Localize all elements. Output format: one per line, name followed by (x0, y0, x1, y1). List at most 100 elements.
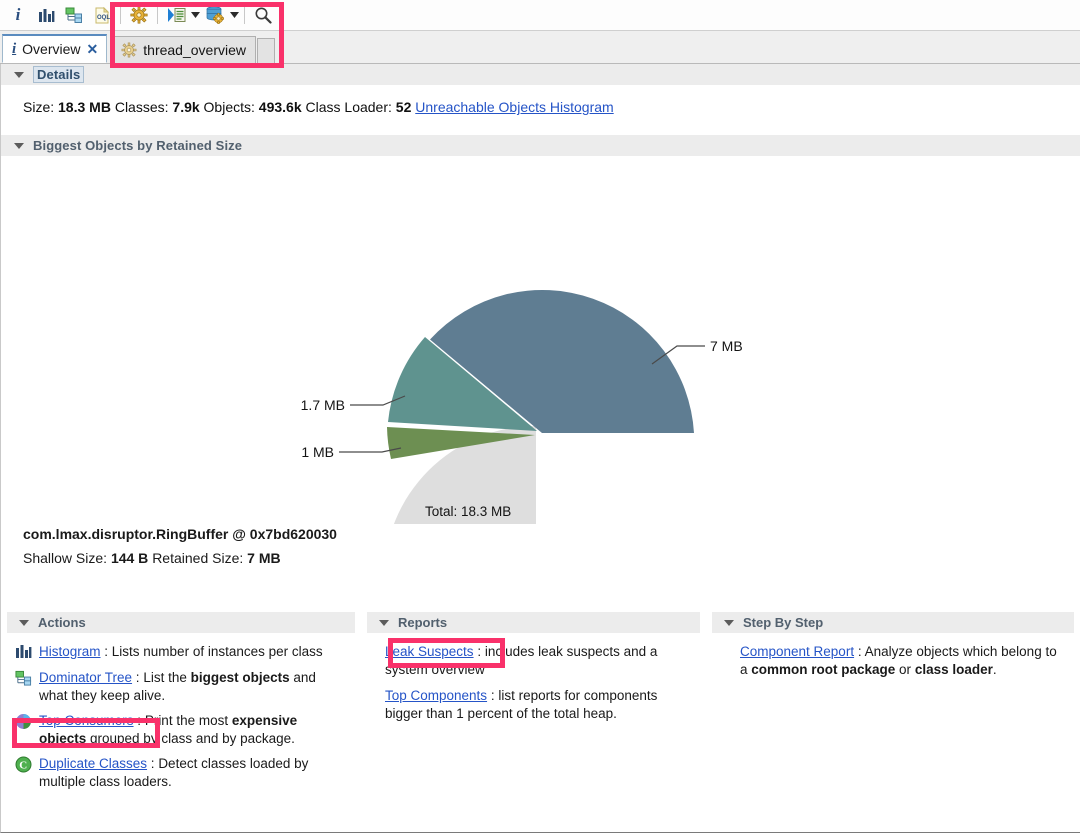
tab-thread-overview[interactable]: thread_overview (111, 36, 256, 63)
toolbar-separator (244, 6, 245, 24)
top-components-link[interactable]: Top Components (385, 688, 487, 703)
classes-value: 7.9k (172, 99, 199, 115)
dominator-tree-link[interactable]: Dominator Tree (39, 670, 132, 685)
item-description-cont: grouped by class and by package. (86, 731, 295, 746)
list-item[interactable]: Dominator Tree : List the biggest object… (15, 669, 347, 704)
retained-size-label: Retained Size: (152, 550, 243, 566)
svg-text:OQL: OQL (97, 15, 110, 21)
item-emphasis: biggest objects (191, 670, 290, 685)
list-item[interactable]: Histogram : Lists number of instances pe… (15, 643, 347, 661)
thread-overview-icon[interactable] (126, 3, 152, 27)
pie-total-label: Total: 18.3 MB (425, 504, 511, 519)
chevron-down-icon[interactable] (379, 620, 389, 626)
objects-label: Objects: (204, 99, 255, 115)
step-by-step-panel: Step By Step Component Report : Analyze … (706, 612, 1080, 798)
selected-object-name: com.lmax.disruptor.RingBuffer @ 0x7bd620… (23, 524, 1080, 545)
tab-overflow-stub[interactable] (257, 38, 275, 63)
item-description-cont: . (993, 662, 997, 677)
dominator-tree-icon (15, 670, 32, 687)
reports-panel-header[interactable]: Reports (367, 612, 700, 633)
bottom-panels: Actions Histogram : Lists number of inst… (1, 612, 1080, 798)
selected-object-sizes: Shallow Size: 144 B Retained Size: 7 MB (23, 548, 1080, 569)
dominator-tree-icon[interactable] (61, 3, 87, 27)
actions-panel-header[interactable]: Actions (7, 612, 355, 633)
pie-chart-svg[interactable]: 7 MB 1.7 MB 1 MB 8.6 MB Total: 18.3 MB (1, 156, 1080, 524)
separator: : (101, 644, 112, 659)
histogram-link[interactable]: Histogram (39, 644, 101, 659)
section-title: Biggest Objects by Retained Size (33, 138, 242, 153)
biggest-objects-section-header[interactable]: Biggest Objects by Retained Size (1, 135, 1080, 156)
pie-label-8.6MB: 1 MB (301, 444, 334, 460)
chevron-down-icon[interactable] (19, 620, 29, 626)
objects-value: 493.6k (259, 99, 302, 115)
classes-label: Classes: (115, 99, 169, 115)
tab-overview[interactable]: i Overview ✕ (2, 34, 107, 63)
actions-panel: Actions Histogram : Lists number of inst… (1, 612, 361, 798)
item-description-mid: or (895, 662, 915, 677)
item-description: Lists number of instances per class (112, 644, 323, 659)
overview-content: Details Size: 18.3 MB Classes: 7.9k Obje… (0, 64, 1080, 833)
list-item[interactable]: C Duplicate Classes : Detect classes loa… (15, 755, 347, 790)
retained-size-value: 7 MB (247, 550, 280, 566)
chevron-down-icon[interactable] (190, 3, 201, 27)
list-item[interactable]: Top Components : list reports for compon… (385, 687, 692, 722)
duplicate-classes-icon: C (15, 756, 32, 773)
selected-object-info: com.lmax.disruptor.RingBuffer @ 0x7bd620… (1, 524, 1080, 569)
heap-config-icon[interactable] (202, 3, 228, 27)
item-description: List the (143, 670, 190, 685)
list-item[interactable]: Leak Suspects : includes leak suspects a… (385, 643, 692, 678)
unreachable-objects-histogram-link[interactable]: Unreachable Objects Histogram (415, 99, 613, 115)
panel-title: Actions (38, 615, 86, 630)
separator: : (134, 713, 145, 728)
item-text: Duplicate Classes : Detect classes loade… (39, 755, 347, 790)
separator: : (132, 670, 143, 685)
chevron-down-icon[interactable] (724, 620, 734, 626)
leak-suspects-link[interactable]: Leak Suspects (385, 644, 474, 659)
top-consumers-icon (15, 713, 32, 730)
item-text: Dominator Tree : List the biggest object… (39, 669, 347, 704)
separator: : (147, 756, 158, 771)
oql-icon[interactable]: OQL (89, 3, 115, 27)
classloader-label: Class Loader: (306, 99, 392, 115)
main-toolbar: i OQL (0, 0, 1080, 31)
top-consumers-link[interactable]: Top Consumers (39, 713, 134, 728)
component-report-link[interactable]: Component Report (740, 644, 854, 659)
inspector-icon[interactable]: i (5, 3, 31, 27)
shallow-size-value: 144 B (111, 550, 148, 566)
item-emphasis-2: class loader (915, 662, 993, 677)
toolbar-separator (120, 6, 121, 24)
item-emphasis: common root package (751, 662, 895, 677)
search-icon[interactable] (250, 3, 276, 27)
details-section-header[interactable]: Details (1, 64, 1080, 85)
separator: : (854, 644, 865, 659)
list-item[interactable]: Top Consumers : Print the most expensive… (15, 712, 347, 747)
retained-size-pie-chart[interactable]: 7 MB 1.7 MB 1 MB 8.6 MB Total: 18.3 MB (1, 156, 1080, 524)
heap-summary: Size: 18.3 MB Classes: 7.9k Objects: 493… (1, 85, 1080, 115)
panel-title: Reports (398, 615, 447, 630)
list-item[interactable]: Component Report : Analyze objects which… (740, 643, 1066, 678)
editor-tab-bar: i Overview ✕ thread_overview (0, 31, 1080, 64)
chevron-down-icon[interactable] (229, 3, 240, 27)
histogram-icon (15, 644, 32, 661)
step-by-step-panel-header[interactable]: Step By Step (712, 612, 1074, 633)
section-title: Details (33, 66, 84, 83)
item-text: Top Consumers : Print the most expensive… (39, 712, 347, 747)
separator: : (487, 688, 498, 703)
run-query-icon[interactable] (163, 3, 189, 27)
close-icon[interactable]: ✕ (87, 41, 98, 58)
item-description: Print the most (145, 713, 232, 728)
reports-panel: Reports Leak Suspects : includes leak su… (361, 612, 706, 798)
histogram-icon[interactable] (33, 3, 59, 27)
duplicate-classes-link[interactable]: Duplicate Classes (39, 756, 147, 771)
size-label: Size: (23, 99, 54, 115)
reports-list: Leak Suspects : includes leak suspects a… (361, 633, 706, 722)
panel-title: Step By Step (743, 615, 823, 630)
shallow-size-label: Shallow Size: (23, 550, 107, 566)
chevron-down-icon[interactable] (14, 143, 24, 149)
chevron-down-icon[interactable] (14, 72, 24, 78)
classloader-value: 52 (396, 99, 412, 115)
size-value: 18.3 MB (58, 99, 111, 115)
item-text: Histogram : Lists number of instances pe… (39, 643, 347, 661)
actions-list: Histogram : Lists number of instances pe… (1, 633, 361, 790)
step-by-step-list: Component Report : Analyze objects which… (706, 633, 1080, 678)
